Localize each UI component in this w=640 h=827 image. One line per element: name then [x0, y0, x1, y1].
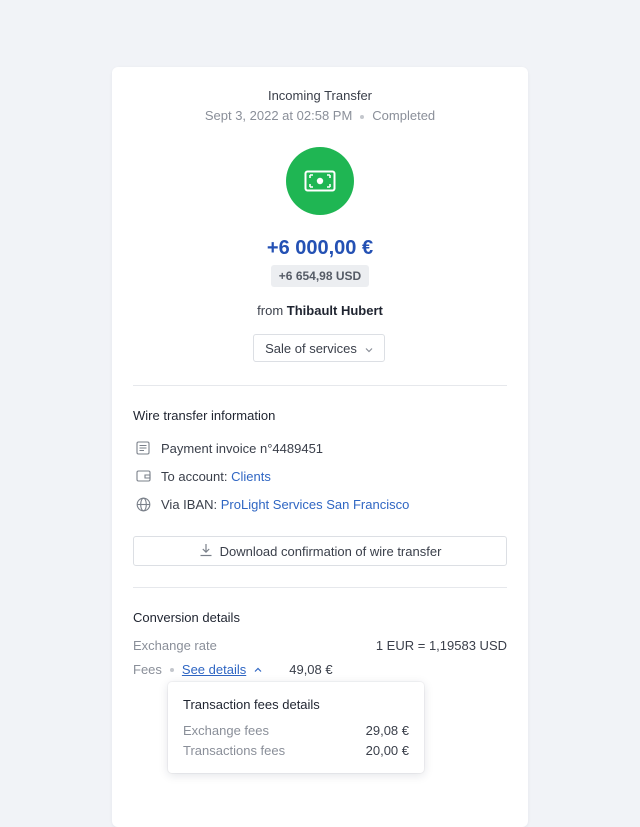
invoice-label: Payment invoice n°4489451: [161, 440, 324, 456]
account-row: To account: Clients: [133, 467, 271, 485]
transaction-meta: Sept 3, 2022 at 02:58 PM Completed: [112, 108, 528, 123]
iban-link[interactable]: ProLight Services San Francisco: [221, 497, 410, 512]
divider: [133, 385, 507, 386]
transaction-title: Incoming Transfer: [267, 88, 373, 103]
conversion-section-title: Conversion details: [133, 610, 240, 625]
status-label: Completed: [372, 108, 436, 123]
sender-name: Thibault Hubert: [286, 303, 383, 318]
iban-prefix: Via IBAN:: [161, 496, 218, 512]
separator-dot: [360, 114, 365, 119]
exchange-fees-value: 29,08 €: [365, 723, 409, 738]
banknote-icon: [286, 147, 354, 215]
exchange-rate-value: 1 EUR = 1,19583 USD: [375, 638, 507, 653]
amount-secondary: +6 654,98 USD: [270, 265, 370, 287]
download-icon: [199, 543, 213, 560]
fees-row: Fees See details 49,08 €: [133, 662, 333, 677]
transactions-fees-value: 20,00 €: [365, 743, 409, 758]
wire-section-title: Wire transfer information: [133, 408, 276, 423]
popover-row: Exchange fees 29,08 €: [183, 723, 409, 738]
download-label: Download confirmation of wire transfer: [219, 543, 442, 559]
document-icon: [133, 440, 153, 456]
popover-row: Transactions fees 20,00 €: [183, 743, 409, 758]
chevron-up-icon[interactable]: [254, 667, 262, 673]
exchange-fees-label: Exchange fees: [183, 723, 270, 738]
see-details-link[interactable]: See details: [182, 662, 246, 677]
wallet-icon: [133, 468, 153, 484]
fees-details-popover: Transaction fees details Exchange fees 2…: [168, 682, 424, 773]
account-prefix: To account:: [161, 468, 228, 484]
fees-value: 49,08 €: [289, 662, 333, 677]
exchange-rate-label: Exchange rate: [133, 638, 217, 653]
invoice-row: Payment invoice n°4489451: [133, 439, 323, 457]
popover-title: Transaction fees details: [183, 697, 320, 712]
separator-dot: [169, 667, 174, 672]
sender-prefix: from: [257, 303, 284, 318]
download-confirmation-button[interactable]: Download confirmation of wire transfer: [133, 536, 507, 566]
category-label: Sale of services: [265, 340, 357, 356]
iban-row: Via IBAN: ProLight Services San Francisc…: [133, 495, 409, 513]
amount-primary: +6 000,00 €: [266, 237, 374, 259]
fees-label: Fees: [133, 662, 162, 677]
divider: [133, 587, 507, 588]
chevron-down-icon: [365, 341, 373, 356]
account-link[interactable]: Clients: [231, 469, 271, 484]
category-dropdown[interactable]: Sale of services: [253, 334, 385, 362]
sender-line: from Thibault Hubert: [112, 303, 528, 318]
amount-secondary-wrap: +6 654,98 USD: [112, 265, 528, 287]
transaction-date: Sept 3, 2022 at 02:58 PM: [204, 108, 353, 123]
transactions-fees-label: Transactions fees: [183, 743, 286, 758]
globe-icon: [133, 496, 153, 512]
